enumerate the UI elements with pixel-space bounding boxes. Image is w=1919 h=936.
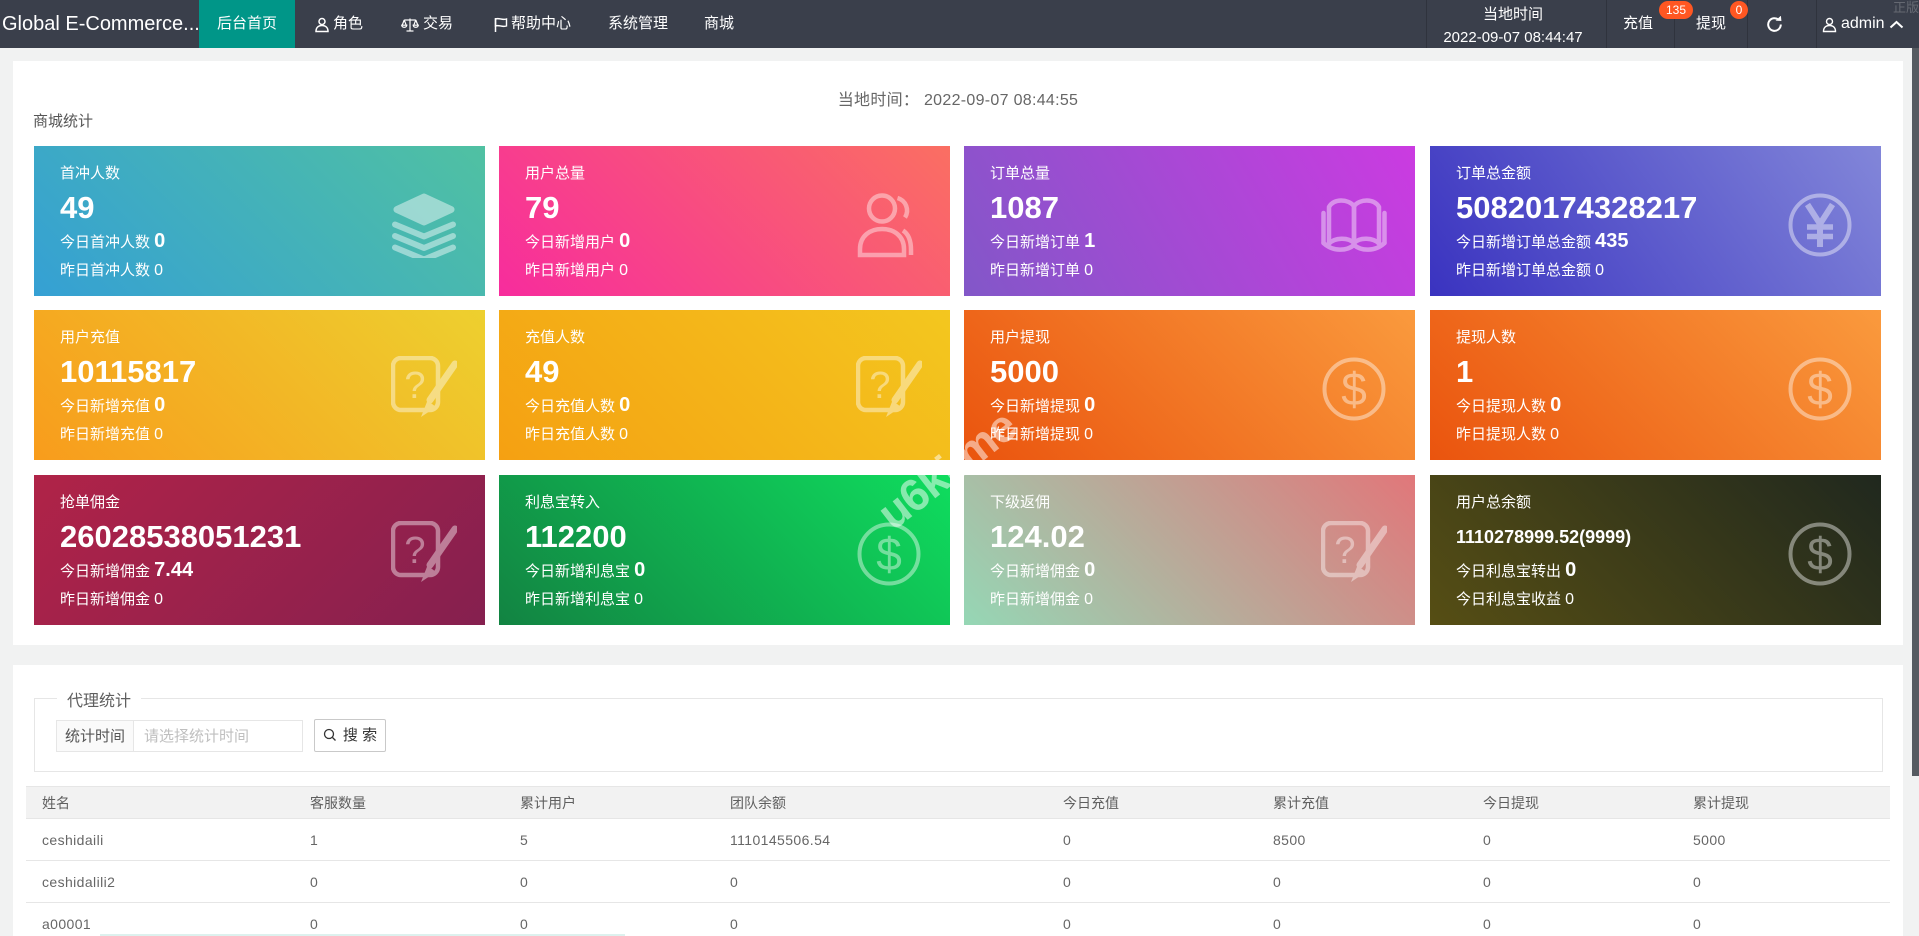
svg-text:?: ? bbox=[869, 365, 890, 407]
svg-text:$: $ bbox=[876, 528, 902, 580]
svg-text:$: $ bbox=[1341, 363, 1367, 415]
svg-text:?: ? bbox=[404, 365, 425, 407]
svg-text:?: ? bbox=[404, 530, 425, 572]
svg-text:?: ? bbox=[1334, 530, 1355, 572]
svg-text:$: $ bbox=[1807, 363, 1833, 415]
svg-text:$: $ bbox=[1807, 528, 1833, 580]
